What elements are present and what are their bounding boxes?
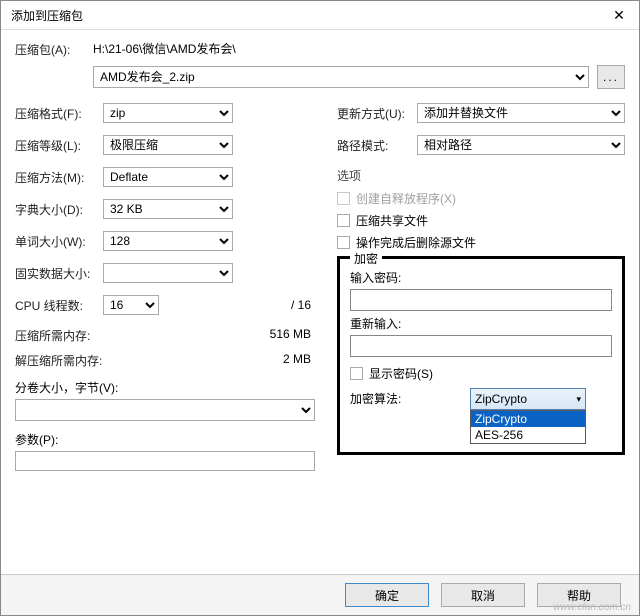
- mem-compress-value: 516 MB: [270, 327, 315, 344]
- paths-label: 路径模式:: [337, 137, 417, 154]
- opt-sfx-label: 创建自释放程序(X): [356, 190, 456, 207]
- volume-label: 分卷大小，字节(V):: [15, 379, 315, 396]
- archive-path: H:\21-06\微信\AMD发布会\: [93, 40, 236, 57]
- method-select[interactable]: Deflate: [103, 167, 233, 187]
- watermark: www.cfan.com.cn: [553, 602, 631, 613]
- algorithm-dropdown-list: ZipCrypto AES-256: [470, 410, 586, 444]
- checkbox-icon: [337, 236, 350, 249]
- volume-select[interactable]: [15, 399, 315, 421]
- chevron-down-icon: ▾: [576, 394, 581, 405]
- params-input[interactable]: [15, 451, 315, 471]
- algorithm-option[interactable]: AES-256: [471, 427, 585, 443]
- solid-label: 固实数据大小:: [15, 265, 103, 282]
- level-label: 压缩等级(L):: [15, 137, 103, 154]
- password-label: 输入密码:: [350, 269, 612, 286]
- threads-select[interactable]: 16: [103, 295, 159, 315]
- update-select[interactable]: 添加并替换文件: [417, 103, 625, 123]
- archive-label: 压缩包(A):: [15, 41, 93, 58]
- dict-label: 字典大小(D):: [15, 201, 103, 218]
- password2-input[interactable]: [350, 335, 612, 357]
- level-select[interactable]: 极限压缩: [103, 135, 233, 155]
- update-label: 更新方式(U):: [337, 105, 417, 122]
- left-column: 压缩格式(F): zip 压缩等级(L): 极限压缩 压缩方法(M): Defl…: [15, 103, 315, 471]
- checkbox-icon: [350, 367, 363, 380]
- algorithm-select[interactable]: ZipCrypto ▾: [470, 388, 586, 410]
- solid-select[interactable]: [103, 263, 233, 283]
- password2-label: 重新输入:: [350, 315, 612, 332]
- method-label: 压缩方法(M):: [15, 169, 103, 186]
- format-select[interactable]: zip: [103, 103, 233, 123]
- checkbox-icon: [337, 214, 350, 227]
- cancel-button[interactable]: 取消: [441, 583, 525, 607]
- mem-compress-label: 压缩所需内存:: [15, 327, 103, 344]
- archive-file-select[interactable]: AMD发布会_2.zip: [93, 66, 589, 88]
- encryption-group: 加密 输入密码: 重新输入: 显示密码(S) 加密算法: ZipCrypto: [337, 256, 625, 455]
- word-select[interactable]: 128: [103, 231, 233, 251]
- close-icon[interactable]: ✕: [599, 1, 639, 29]
- algorithm-option[interactable]: ZipCrypto: [471, 411, 585, 427]
- mem-decompress-label: 解压缩所需内存:: [15, 352, 103, 369]
- opt-share-checkbox[interactable]: 压缩共享文件: [337, 212, 625, 229]
- show-password-label: 显示密码(S): [369, 365, 433, 382]
- checkbox-icon: [337, 192, 350, 205]
- threads-label: CPU 线程数:: [15, 297, 103, 314]
- word-label: 单词大小(W):: [15, 233, 103, 250]
- algorithm-value: ZipCrypto: [475, 392, 527, 406]
- ok-button[interactable]: 确定: [345, 583, 429, 607]
- threads-total: / 16: [291, 298, 315, 312]
- format-label: 压缩格式(F):: [15, 105, 103, 122]
- encryption-legend: 加密: [350, 250, 382, 267]
- opt-delete-checkbox[interactable]: 操作完成后删除源文件: [337, 234, 625, 251]
- password-input[interactable]: [350, 289, 612, 311]
- dialog-body: 压缩包(A): H:\21-06\微信\AMD发布会\ AMD发布会_2.zip…: [1, 30, 639, 574]
- dialog-footer: 确定 取消 帮助 www.cfan.com.cn: [1, 574, 639, 615]
- show-password-checkbox[interactable]: 显示密码(S): [350, 365, 612, 382]
- algorithm-label: 加密算法:: [350, 390, 470, 407]
- params-label: 参数(P):: [15, 431, 315, 448]
- opt-delete-label: 操作完成后删除源文件: [356, 234, 476, 251]
- browse-button[interactable]: ...: [597, 65, 625, 89]
- paths-select[interactable]: 相对路径: [417, 135, 625, 155]
- opt-sfx-checkbox: 创建自释放程序(X): [337, 190, 625, 207]
- window-title: 添加到压缩包: [11, 7, 599, 24]
- dict-select[interactable]: 32 KB: [103, 199, 233, 219]
- mem-decompress-value: 2 MB: [283, 352, 315, 369]
- opt-share-label: 压缩共享文件: [356, 212, 428, 229]
- titlebar: 添加到压缩包 ✕: [1, 1, 639, 30]
- dialog-window: 添加到压缩包 ✕ 压缩包(A): H:\21-06\微信\AMD发布会\ AMD…: [0, 0, 640, 616]
- options-title: 选项: [337, 167, 625, 184]
- right-column: 更新方式(U): 添加并替换文件 路径模式: 相对路径 选项 创建自释放程序(X…: [337, 103, 625, 471]
- archive-label-row: 压缩包(A): H:\21-06\微信\AMD发布会\: [15, 40, 625, 59]
